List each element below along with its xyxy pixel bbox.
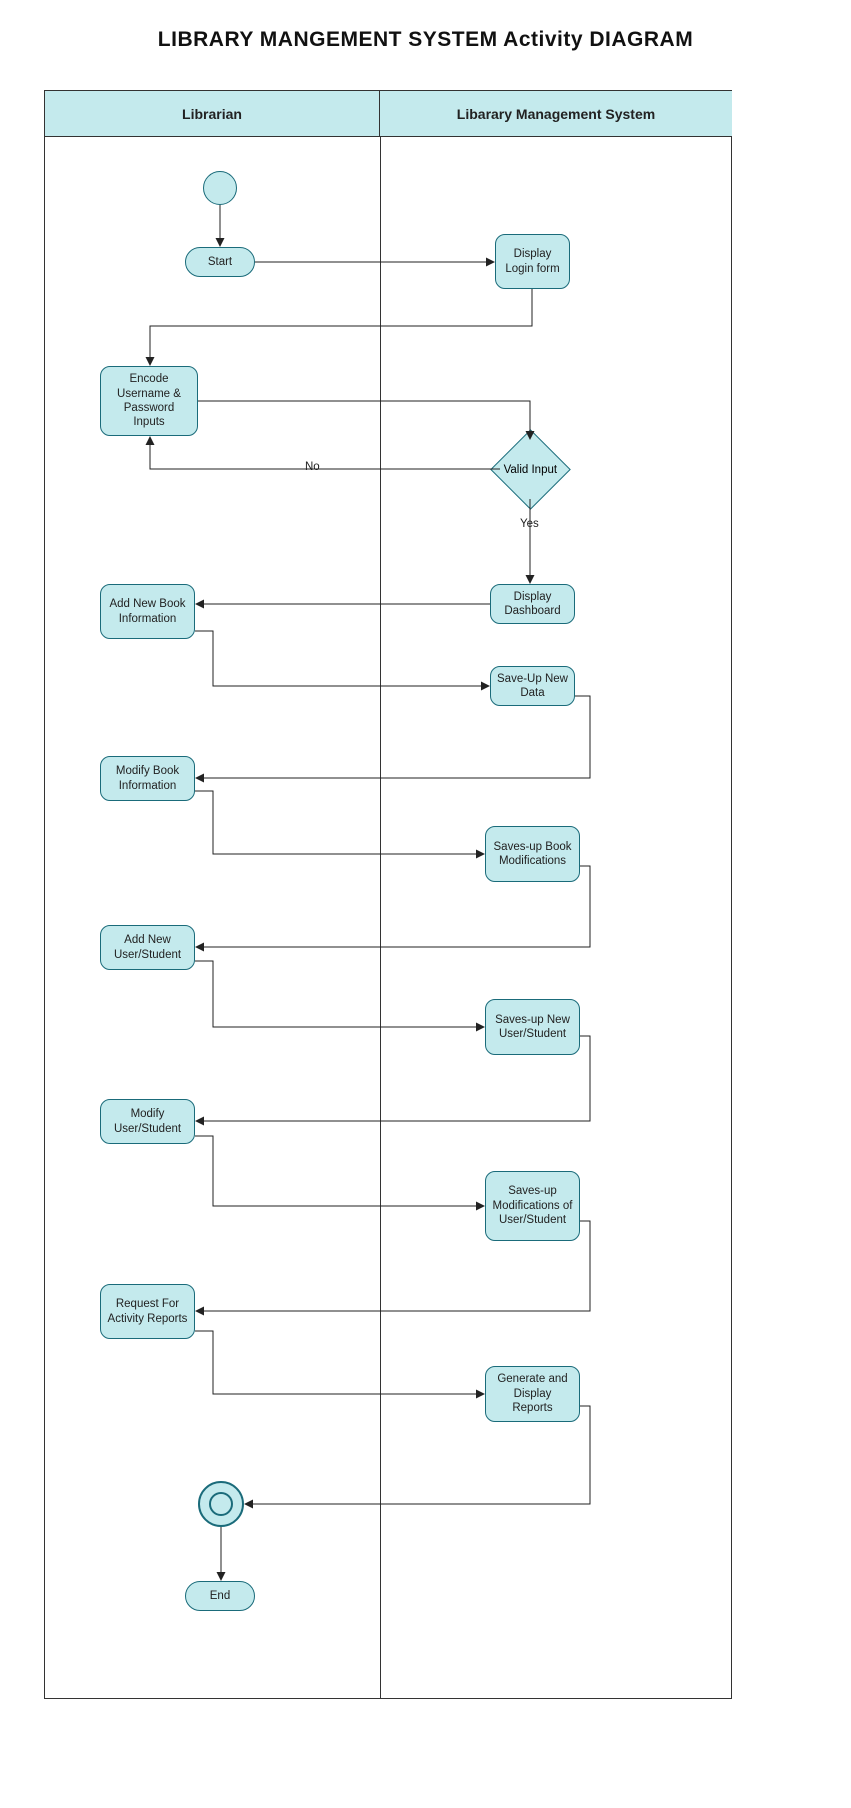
activity-modify-user: Modify User/Student (100, 1099, 195, 1144)
arrow-layer (45, 91, 733, 1700)
initial-node (203, 171, 237, 205)
activity-save-new-data: Save-Up New Data (490, 666, 575, 706)
activity-add-user: Add New User/Student (100, 925, 195, 970)
decision-valid-input: Valid Input (490, 429, 571, 510)
activity-display-login: Display Login form (495, 234, 570, 289)
activity-generate-reports: Generate and Display Reports (485, 1366, 580, 1422)
activity-save-new-user: Saves-up New User/Student (485, 999, 580, 1055)
edge-label-no: No (305, 461, 320, 473)
lane-header-system: Libarary Management System (380, 91, 732, 137)
activity-request-reports: Request For Activity Reports (100, 1284, 195, 1339)
activity-display-dashboard: Display Dashboard (490, 584, 575, 624)
diagram-title: LIBRARY MANGEMENT SYSTEM Activity DIAGRA… (0, 28, 851, 52)
lane-divider (380, 137, 381, 1698)
diagram-canvas: Librarian Libarary Management System Sta… (44, 90, 732, 1699)
decision-label: Valid Input (504, 464, 558, 476)
activity-end: End (185, 1581, 255, 1611)
final-node (198, 1481, 244, 1527)
activity-start: Start (185, 247, 255, 277)
activity-save-user-mods: Saves-up Modifications of User/Student (485, 1171, 580, 1241)
activity-encode-credentials: Encode Username & Password Inputs (100, 366, 198, 436)
edge-label-yes: Yes (520, 518, 539, 530)
activity-modify-book: Modify Book Information (100, 756, 195, 801)
activity-add-book: Add New Book Information (100, 584, 195, 639)
lane-header-librarian: Librarian (45, 91, 380, 137)
activity-save-book-mods: Saves-up Book Modifications (485, 826, 580, 882)
